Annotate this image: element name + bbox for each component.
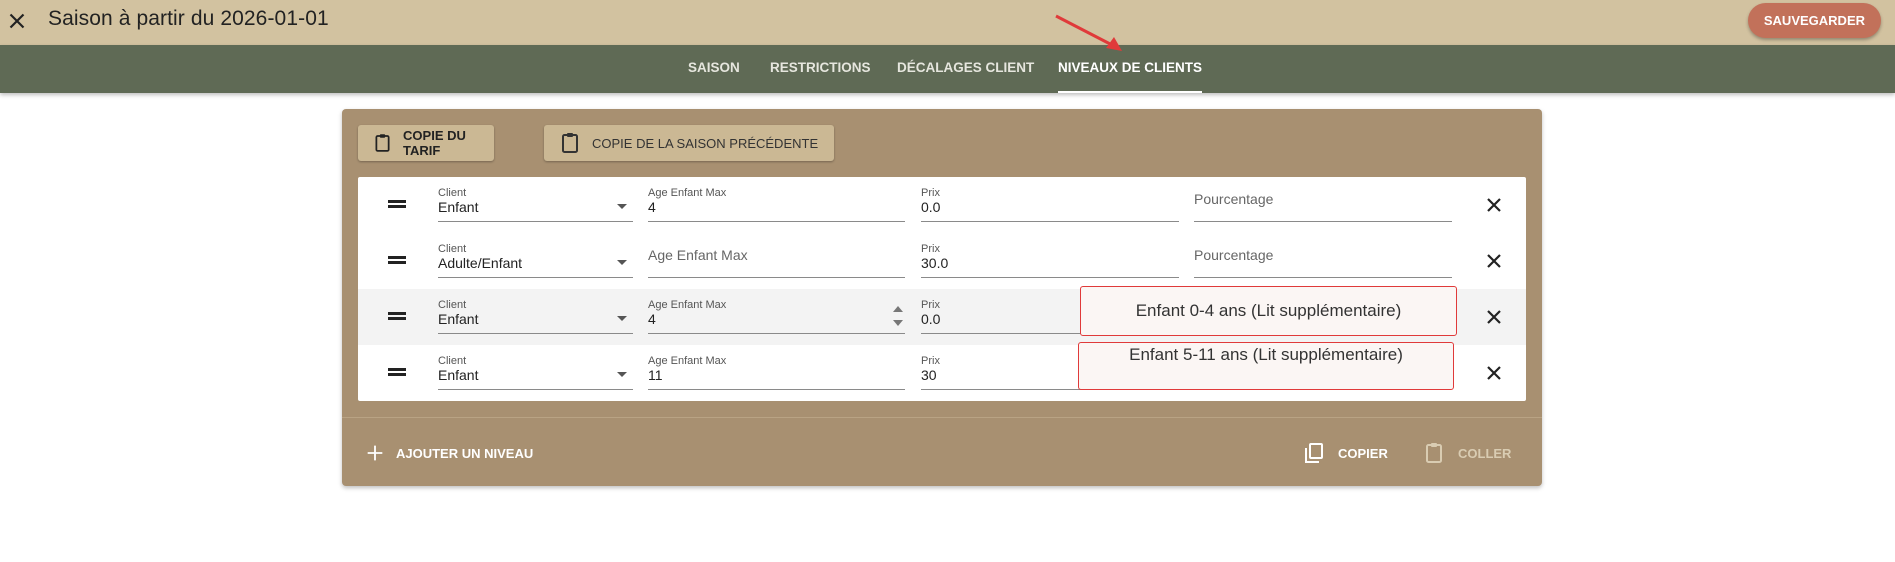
- dropdown-arrow-icon: [617, 372, 627, 377]
- percentage-placeholder: Pourcentage: [1194, 191, 1274, 207]
- top-app-bar: Saison à partir du 2026-01-01 SAUVEGARDE…: [0, 0, 1895, 45]
- client-select[interactable]: Client Adulte/Enfant: [438, 241, 633, 278]
- client-select[interactable]: Client Enfant: [438, 353, 633, 390]
- tab-decalages-client[interactable]: DÉCALAGES CLIENT: [897, 45, 1034, 93]
- age-field-value: 4: [648, 311, 656, 327]
- delete-row-icon[interactable]: [1482, 305, 1506, 329]
- copy-tariff-label: COPIE DU TARIF: [403, 128, 466, 158]
- client-field-label: Client: [438, 243, 467, 255]
- age-max-input[interactable]: Age Enfant Max 11: [648, 353, 905, 390]
- annotation-callout: Enfant 5-11 ans (Lit supplémentaire): [1078, 342, 1454, 390]
- copy-previous-season-label: COPIE DE LA SAISON PRÉCÉDENTE: [592, 135, 819, 151]
- age-field-value: 11: [648, 367, 663, 383]
- percentage-placeholder: Pourcentage: [1194, 247, 1274, 263]
- copy-icon: [1305, 443, 1323, 463]
- copy-label: COPIER: [1338, 445, 1388, 461]
- price-field-label: Prix: [921, 243, 940, 255]
- add-level-label: AJOUTER UN NIVEAU: [396, 445, 534, 461]
- drag-handle-icon[interactable]: [388, 311, 406, 321]
- client-field-label: Client: [438, 299, 467, 311]
- delete-row-icon[interactable]: [1482, 361, 1506, 385]
- close-icon[interactable]: [4, 8, 30, 34]
- paste-icon: [1426, 443, 1442, 463]
- save-button[interactable]: SAUVEGARDER: [1747, 3, 1881, 38]
- dropdown-arrow-icon: [617, 260, 627, 265]
- age-max-input[interactable]: Age Enfant Max: [648, 241, 905, 278]
- copy-previous-season-button[interactable]: COPIE DE LA SAISON PRÉCÉDENTE: [544, 125, 834, 161]
- copy-tariff-button[interactable]: COPIE DU TARIF: [358, 125, 494, 161]
- delete-row-icon[interactable]: [1482, 193, 1506, 217]
- tab-restrictions[interactable]: RESTRICTIONS: [770, 45, 871, 93]
- client-select[interactable]: Client Enfant: [438, 297, 633, 334]
- drag-handle-icon[interactable]: [388, 367, 406, 377]
- age-field-label: Age Enfant Max: [648, 299, 727, 311]
- paste-button[interactable]: COLLER: [1422, 435, 1511, 471]
- price-field-value: 0.0: [921, 199, 941, 215]
- copy-button[interactable]: COPIER: [1302, 435, 1388, 471]
- paste-label: COLLER: [1458, 445, 1512, 461]
- annotation-arrow: [1055, 14, 1122, 51]
- dropdown-arrow-icon: [617, 316, 627, 321]
- price-input[interactable]: Prix 0.0: [921, 185, 1179, 222]
- age-field-label: Age Enfant Max: [648, 187, 727, 199]
- footer-divider: [342, 417, 1542, 418]
- price-field-label: Prix: [921, 355, 940, 367]
- spinner-up-icon[interactable]: [893, 306, 903, 312]
- number-spinner[interactable]: [893, 306, 903, 332]
- client-field-value: Enfant: [438, 311, 479, 327]
- age-max-input[interactable]: Age Enfant Max 4: [648, 185, 905, 222]
- clipboard-icon: [562, 133, 578, 153]
- price-field-label: Prix: [921, 299, 940, 311]
- client-select[interactable]: Client Enfant: [438, 185, 633, 222]
- age-field-label: Age Enfant Max: [648, 355, 727, 367]
- price-field-value: 30.0: [921, 255, 949, 271]
- percentage-input[interactable]: Pourcentage: [1194, 185, 1452, 222]
- drag-handle-icon[interactable]: [388, 255, 406, 265]
- client-field-value: Enfant: [438, 199, 479, 215]
- price-field-label: Prix: [921, 187, 940, 199]
- tab-saison[interactable]: SAISON: [688, 45, 740, 93]
- client-field-value: Enfant: [438, 367, 479, 383]
- drag-handle-icon[interactable]: [388, 199, 406, 209]
- price-field-value: 30: [921, 367, 937, 383]
- delete-row-icon[interactable]: [1482, 249, 1506, 273]
- client-field-value: Adulte/Enfant: [438, 255, 523, 271]
- age-field-value: 4: [648, 199, 656, 215]
- percentage-input[interactable]: Pourcentage: [1194, 241, 1452, 278]
- annotation-callout: Enfant 0-4 ans (Lit supplémentaire): [1080, 286, 1457, 336]
- page-title: Saison à partir du 2026-01-01: [48, 7, 329, 30]
- tab-bar: SAISON RESTRICTIONS DÉCALAGES CLIENT NIV…: [0, 45, 1895, 93]
- price-field-value: 0.0: [921, 311, 941, 327]
- client-field-label: Client: [438, 187, 467, 199]
- age-max-input[interactable]: Age Enfant Max 4: [648, 297, 905, 334]
- plus-icon: [367, 445, 383, 461]
- price-input[interactable]: Prix 30.0: [921, 241, 1179, 278]
- dropdown-arrow-icon: [617, 204, 627, 209]
- table-row: Client Enfant Age Enfant Max 4 Prix 0.0 …: [358, 177, 1526, 233]
- client-field-label: Client: [438, 355, 467, 367]
- add-level-button[interactable]: AJOUTER UN NIVEAU: [364, 435, 533, 471]
- spinner-down-icon[interactable]: [893, 320, 903, 326]
- table-row: Client Adulte/Enfant Age Enfant Max Prix…: [358, 233, 1526, 289]
- age-placeholder: Age Enfant Max: [648, 247, 748, 263]
- clipboard-icon: [375, 134, 390, 152]
